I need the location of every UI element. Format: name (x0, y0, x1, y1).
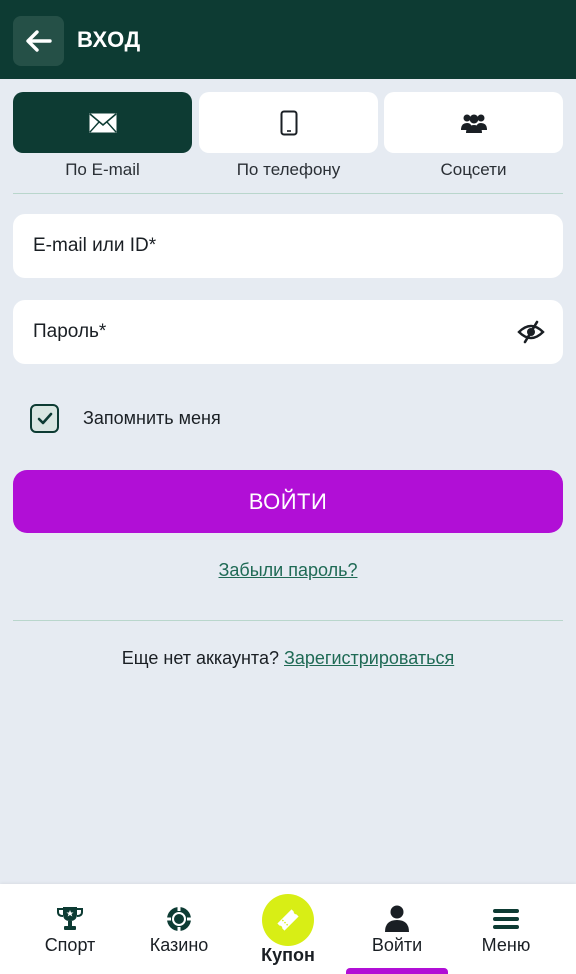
nav-item-sport[interactable]: Спорт (15, 884, 125, 974)
register-prompt: Еще нет аккаунта? (121, 648, 279, 668)
tab-phone-label: По телефону (236, 160, 341, 179)
ticket-icon (277, 909, 299, 931)
tab-email[interactable]: По E-mail (13, 92, 192, 182)
nav-icon-casino (164, 904, 194, 934)
user-icon (385, 905, 409, 932)
nav-icon-login (382, 904, 412, 934)
nav-label-login: Войти (371, 935, 423, 955)
eye-slash-icon (517, 320, 545, 344)
tab-phone-box[interactable] (199, 92, 378, 153)
tab-email-box[interactable] (13, 92, 192, 153)
envelope-icon (88, 112, 117, 132)
tab-email-label: По E-mail (65, 160, 140, 179)
arrow-left-icon (25, 30, 52, 52)
nav-item-menu[interactable]: Меню (451, 884, 561, 974)
nav-icon-sport (55, 904, 85, 934)
remember-me-label[interactable]: Запомнить меня (83, 408, 221, 429)
tab-social[interactable]: Соцсети (384, 92, 563, 182)
email-field-container (13, 214, 563, 278)
remember-me-checkbox[interactable] (30, 404, 59, 433)
password-field[interactable] (13, 300, 563, 364)
page-title: ВХОД (77, 27, 141, 52)
register-divider (13, 620, 563, 621)
nav-label-coupon[interactable]: Купон (233, 945, 343, 966)
login-method-tabs: По E-mail По телефону Соцсети (13, 92, 563, 182)
email-field[interactable] (13, 214, 563, 278)
casino-chip-icon (167, 907, 191, 931)
register-link[interactable]: Зарегистрироваться (284, 648, 454, 668)
app-header: ВХОД (0, 0, 576, 79)
menu-icon (493, 909, 519, 929)
tab-social-label: Соцсети (440, 160, 507, 179)
tab-phone[interactable]: По телефону (199, 92, 378, 182)
forgot-password-link[interactable]: Забыли пароль? (219, 560, 358, 580)
register-row: Еще нет аккаунта? Зарегистрироваться (0, 648, 576, 669)
phone-icon (280, 110, 297, 135)
toggle-password-visibility-button[interactable] (517, 320, 545, 344)
tab-social-box[interactable] (384, 92, 563, 153)
active-nav-indicator (346, 968, 448, 974)
trophy-icon (57, 907, 83, 930)
nav-item-coupon[interactable] (262, 894, 314, 946)
nav-label-sport: Спорт (44, 935, 96, 955)
tabs-divider (13, 193, 563, 194)
back-button[interactable] (13, 16, 64, 66)
checkmark-icon (37, 412, 52, 425)
forgot-password-row: Забыли пароль? (0, 560, 576, 581)
nav-label-menu: Меню (481, 935, 531, 955)
password-field-container (13, 300, 563, 364)
nav-item-login[interactable]: Войти (342, 884, 452, 974)
users-icon (460, 114, 487, 133)
login-button[interactable]: ВОЙТИ (13, 470, 563, 533)
nav-icon-menu (491, 904, 521, 934)
nav-label-casino: Казино (149, 935, 209, 955)
nav-item-casino[interactable]: Казино (124, 884, 234, 974)
